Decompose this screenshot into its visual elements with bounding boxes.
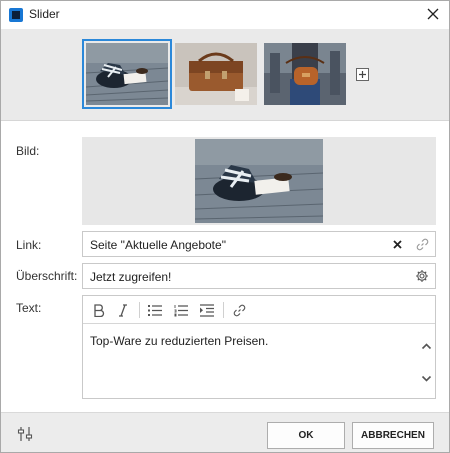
toolbar-divider (139, 302, 140, 318)
bulleted-list-icon (148, 304, 162, 316)
gear-icon (416, 270, 428, 282)
italic-button[interactable] (113, 301, 133, 319)
dialog-footer: OK ABBRECHEN (1, 412, 449, 452)
slide-thumbnail-2[interactable] (175, 43, 257, 105)
link-picker-button[interactable] (415, 237, 429, 251)
heading-label: Überschrift: (16, 269, 78, 283)
heading-value: Jetzt zugreifen! (90, 270, 172, 284)
italic-icon (119, 303, 127, 317)
preview-image-shoes (195, 139, 323, 223)
settings-button[interactable] (17, 425, 35, 443)
numbered-list-icon (174, 304, 188, 316)
slide-image-shoes (86, 43, 168, 105)
text-label: Text: (16, 301, 42, 315)
settings-sliders-icon (17, 427, 33, 441)
link-icon (233, 304, 245, 316)
rich-text-editor: Top-Ware zu reduzierten Preisen. (82, 295, 436, 399)
cancel-button[interactable]: ABBRECHEN (352, 422, 434, 449)
slide-image-handbag (264, 43, 346, 105)
add-slide-button[interactable] (356, 68, 369, 81)
heading-field[interactable]: Jetzt zugreifen! (82, 263, 436, 289)
close-icon (427, 8, 439, 20)
numbered-list-button[interactable] (171, 301, 191, 319)
link-field[interactable]: Seite "Aktuelle Angebote" (82, 231, 436, 257)
indent-button[interactable] (197, 301, 217, 319)
window-title: Slider (29, 7, 60, 21)
slider-dialog: Slider Bild: Link: Seite "Aktuelle Angeb… (0, 0, 450, 453)
add-slide-icon (359, 71, 366, 78)
link-value: Seite "Aktuelle Angebote" (90, 238, 226, 252)
scroll-up-button[interactable] (421, 341, 432, 352)
insert-link-button[interactable] (229, 301, 249, 319)
bulleted-list-button[interactable] (145, 301, 165, 319)
image-picker[interactable] (82, 137, 436, 225)
toolbar-divider (223, 302, 224, 318)
heading-settings-button[interactable] (415, 269, 429, 283)
image-label: Bild: (16, 144, 40, 158)
slide-image-bag (175, 43, 257, 105)
app-icon (9, 8, 23, 22)
chevron-up-icon (421, 343, 432, 350)
slide-thumbnail-1[interactable] (82, 39, 172, 109)
scroll-down-button[interactable] (421, 373, 432, 384)
indent-icon (200, 303, 214, 317)
ok-button[interactable]: OK (267, 422, 345, 449)
image-preview (195, 139, 323, 223)
close-button[interactable] (421, 3, 445, 25)
link-icon (416, 238, 428, 250)
chevron-down-icon (421, 375, 432, 382)
clear-icon (392, 239, 402, 249)
editor-content[interactable]: Top-Ware zu reduzierten Preisen. (90, 334, 268, 348)
bold-button[interactable] (89, 301, 109, 319)
slide-gallery (1, 29, 449, 121)
bold-icon (94, 303, 105, 317)
editor-scrollbar[interactable] (418, 325, 435, 398)
editor-toolbar (83, 296, 435, 324)
title-bar: Slider (1, 1, 449, 29)
link-label: Link: (16, 238, 42, 252)
clear-link-button[interactable] (391, 238, 403, 250)
slide-thumbnail-3[interactable] (264, 43, 346, 105)
